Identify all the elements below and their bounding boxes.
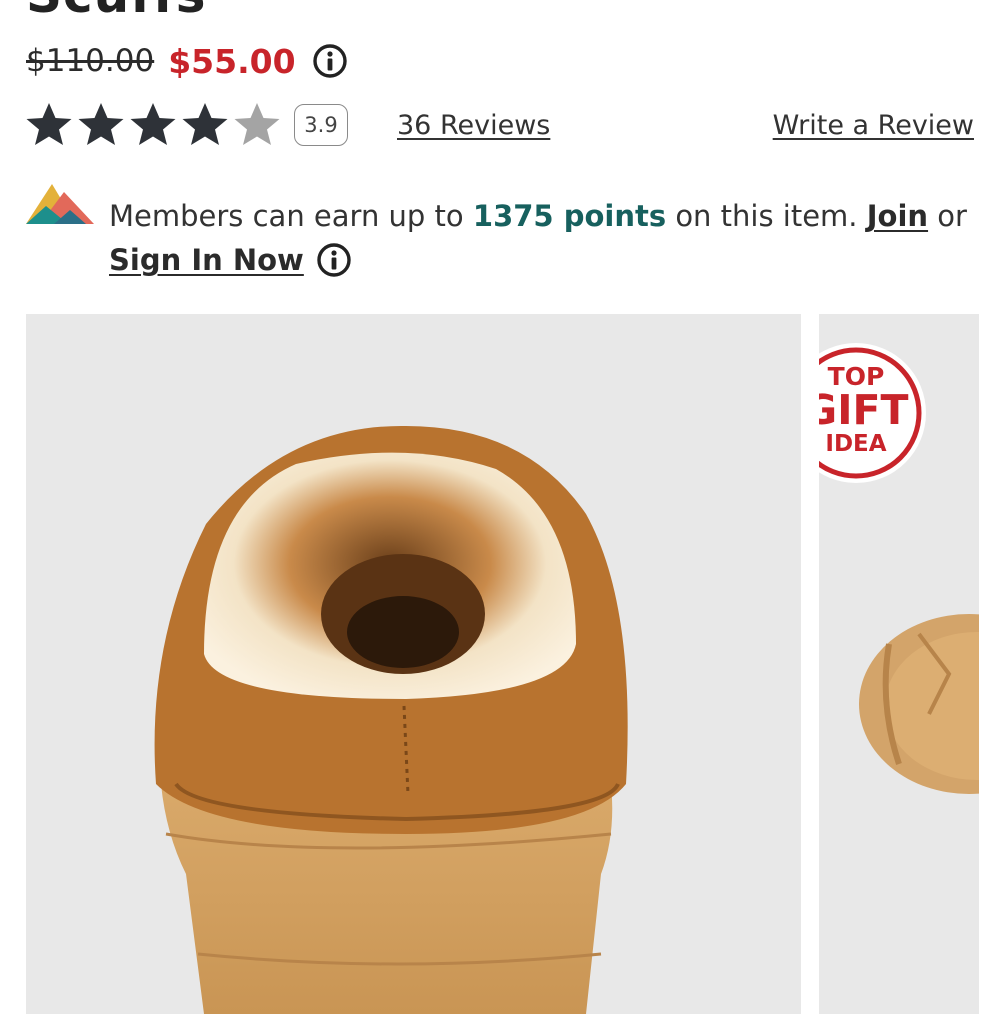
star-rating bbox=[24, 100, 284, 150]
members-text-or: or bbox=[937, 199, 967, 233]
star-filled-icon bbox=[130, 103, 176, 145]
write-review-link[interactable]: Write a Review bbox=[773, 110, 974, 141]
star-filled-icon bbox=[78, 103, 124, 145]
slipper-back-photo bbox=[154, 425, 628, 1014]
top-gift-idea-badge: TOP GIFT IDEA bbox=[819, 342, 927, 484]
points-value: 1375 points bbox=[472, 199, 667, 233]
members-text-mid: on this item. bbox=[675, 199, 858, 233]
reviews-link[interactable]: 36 Reviews bbox=[397, 110, 550, 141]
badge-text-idea: IDEA bbox=[825, 431, 887, 457]
mountain-logo-icon bbox=[26, 184, 94, 224]
price-row: $110.00 $55.00 bbox=[26, 38, 348, 84]
sale-price: $55.00 bbox=[168, 41, 296, 81]
original-price: $110.00 bbox=[26, 43, 155, 79]
rating-value-badge: 3.9 bbox=[294, 104, 348, 146]
product-image-main[interactable] bbox=[26, 314, 801, 1014]
product-image-next[interactable]: TOP GIFT IDEA bbox=[819, 314, 979, 1014]
members-text-prefix: Members can earn up to bbox=[109, 199, 464, 233]
rating-row: 3.9 36 Reviews Write a Review bbox=[24, 100, 974, 150]
members-info-icon[interactable] bbox=[316, 242, 352, 278]
star-empty-icon bbox=[234, 103, 280, 145]
star-filled-icon bbox=[182, 103, 228, 145]
product-image-carousel[interactable]: TOP GIFT IDEA bbox=[26, 314, 979, 1014]
join-link[interactable]: Join bbox=[867, 199, 928, 233]
badge-text-gift: GIFT bbox=[819, 386, 909, 434]
star-filled-icon bbox=[26, 103, 72, 145]
members-points-text: Members can earn up to 1375 points on th… bbox=[109, 194, 979, 282]
product-title: Scuffs bbox=[26, 0, 207, 20]
price-info-icon[interactable] bbox=[312, 43, 348, 79]
sign-in-link[interactable]: Sign In Now bbox=[109, 243, 304, 277]
